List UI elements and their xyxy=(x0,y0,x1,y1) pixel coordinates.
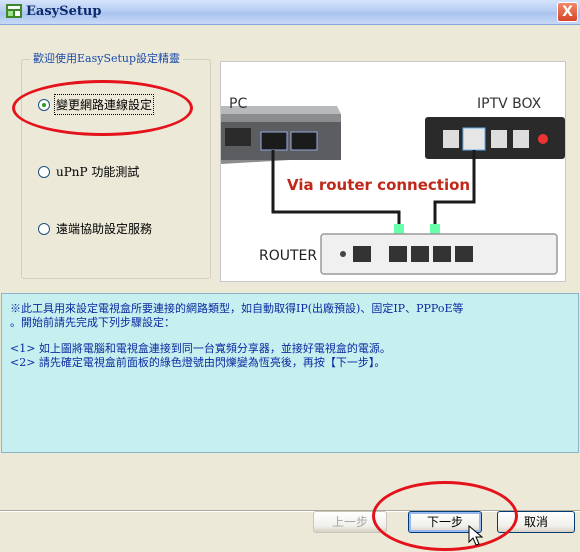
radio-label[interactable]: uPnP 功能測試 xyxy=(56,163,139,180)
back-button[interactable]: 上一步 xyxy=(313,511,387,533)
close-icon[interactable]: X xyxy=(557,2,578,22)
instructions-line-2: 。開始前請先完成下列步驟設定： xyxy=(10,316,175,329)
radio-upnp-test[interactable]: uPnP 功能測試 xyxy=(38,163,139,180)
connection-label: Via router connection xyxy=(287,176,470,194)
group-label: 歡迎使用EasySetup設定精靈 xyxy=(30,50,184,66)
radio-network-settings[interactable]: 變更網路連線設定 xyxy=(38,94,155,115)
iptv-port-3 xyxy=(513,130,529,148)
iptv-lan-port xyxy=(462,127,486,151)
cancel-button[interactable]: 取消 xyxy=(497,511,575,533)
network-diagram: PC IPTV BOX Via router connection ROUTER xyxy=(220,61,566,282)
laptop-lan-port-2 xyxy=(290,131,318,151)
radio-button[interactable] xyxy=(38,165,50,178)
instructions-step-2: <2> 請先確定電視盒前面板的綠色燈號由閃爍變為恆亮後，再按【下一步】。 xyxy=(10,356,386,369)
router-label: ROUTER xyxy=(259,248,317,264)
footer-divider xyxy=(0,510,580,512)
radio-label[interactable]: 遠端協助設定服務 xyxy=(56,220,152,237)
iptv-power-led xyxy=(538,134,548,144)
pc-label: PC xyxy=(229,96,247,112)
router-wan-port xyxy=(353,246,371,262)
radio-button[interactable] xyxy=(38,222,50,235)
iptv-port-2 xyxy=(491,130,507,148)
router-lan-port-4 xyxy=(455,246,473,262)
mouse-cursor-icon xyxy=(468,525,484,546)
easysetup-window: EasySetup X 歡迎使用EasySetup設定精靈 變更網路連線設定 u… xyxy=(0,0,580,552)
window-title: EasySetup xyxy=(26,4,102,19)
router-lan-port-3 xyxy=(433,246,451,262)
radio-remote-assist[interactable]: 遠端協助設定服務 xyxy=(38,220,152,237)
diagram-illustration: PC IPTV BOX Via router connection ROUTER xyxy=(221,96,565,275)
radio-label[interactable]: 變更網路連線設定 xyxy=(53,94,155,115)
router-lan-port-2 xyxy=(411,246,429,262)
router-led xyxy=(340,251,346,257)
radio-button-checked[interactable] xyxy=(38,98,50,111)
iptv-label: IPTV BOX xyxy=(477,96,542,112)
instructions-line-1: ※此工具用來設定電視盒所要連接的網路類型，如自動取得IP(出廠預設)、固定IP、… xyxy=(10,302,464,315)
title-bar: EasySetup X xyxy=(0,0,580,25)
iptv-port-1 xyxy=(443,130,459,148)
easysetup-app-icon xyxy=(6,4,22,18)
instructions-step-1: <1> 如上圖將電腦和電視盒連接到同一台寬頻分享器，並接好電視盒的電源。 xyxy=(10,342,391,355)
instructions-panel: ※此工具用來設定電視盒所要連接的網路類型，如自動取得IP(出廠預設)、固定IP、… xyxy=(1,293,579,453)
laptop-usb-port xyxy=(225,128,251,146)
router-lan-port-1 xyxy=(389,246,407,262)
laptop-lan-port xyxy=(260,131,288,151)
